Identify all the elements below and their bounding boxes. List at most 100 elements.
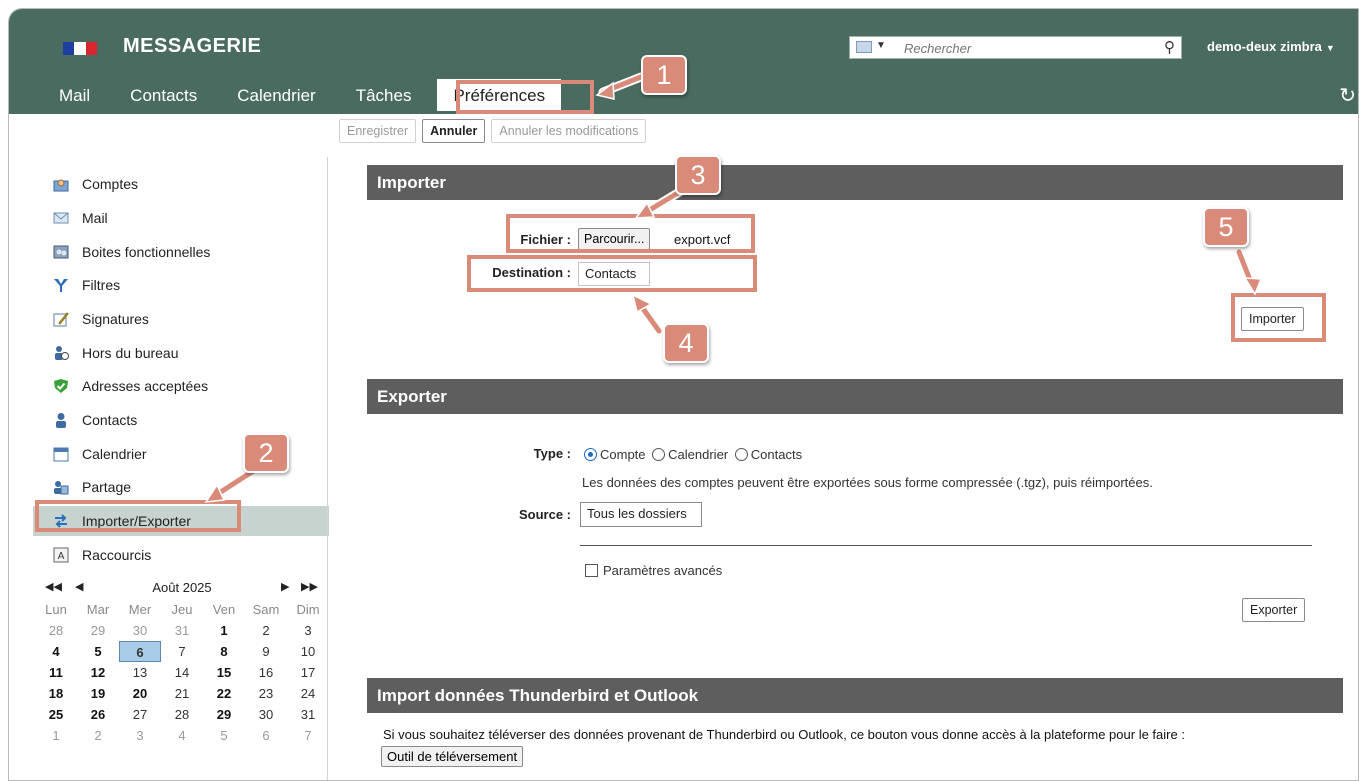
- calendar-day[interactable]: 30: [245, 704, 287, 725]
- sidebar-item-sharing[interactable]: Partage: [33, 472, 329, 502]
- calendar-day[interactable]: 16: [245, 662, 287, 683]
- calendar-day[interactable]: 31: [161, 620, 203, 641]
- calendar-day[interactable]: 29: [203, 704, 245, 725]
- svg-text:A: A: [58, 551, 65, 562]
- tab-calendar[interactable]: Calendrier: [217, 79, 335, 111]
- divider: [580, 545, 1312, 546]
- sidebar-item-label: Signatures: [82, 311, 149, 327]
- sidebar-item-contacts[interactable]: Contacts: [33, 405, 329, 435]
- sidebar-item-accounts[interactable]: Comptes: [33, 169, 329, 199]
- calendar-day[interactable]: 28: [161, 704, 203, 725]
- calendar-day-today[interactable]: 6: [119, 641, 161, 662]
- sidebar-item-mail[interactable]: Mail: [33, 203, 329, 233]
- calendar-day[interactable]: 4: [161, 725, 203, 746]
- calendar-day[interactable]: 6: [245, 725, 287, 746]
- sidebar-item-label: Filtres: [82, 277, 121, 293]
- calendar-day[interactable]: 24: [287, 683, 329, 704]
- calendar-day[interactable]: 12: [77, 662, 119, 683]
- upload-tool-button[interactable]: Outil de téléversement: [381, 746, 524, 767]
- search-box[interactable]: ▼ ⚲: [849, 36, 1182, 59]
- calendar-day[interactable]: 17: [287, 662, 329, 683]
- refresh-icon[interactable]: ↻: [1339, 83, 1356, 108]
- calendar-day[interactable]: 22: [203, 683, 245, 704]
- calendar-day[interactable]: 3: [119, 725, 161, 746]
- checkbox-icon[interactable]: [585, 564, 598, 577]
- radio-empty-icon[interactable]: [652, 448, 666, 461]
- calendar-header: ◀◀ ◀ Août 2025 ▶ ▶▶: [35, 577, 329, 599]
- sidebar-item-accepted-addresses[interactable]: Adresses acceptées: [33, 371, 329, 401]
- calendar-day[interactable]: 2: [77, 725, 119, 746]
- advanced-settings-checkbox[interactable]: Paramètres avancés: [585, 563, 722, 578]
- calendar-day[interactable]: 20: [119, 683, 161, 704]
- app-title: MESSAGERIE: [123, 35, 262, 57]
- calendar-day[interactable]: 30: [119, 620, 161, 641]
- calendar-day[interactable]: 7: [161, 641, 203, 662]
- sidebar-item-label: Raccourcis: [82, 547, 152, 563]
- exporter-section-title: Exporter: [367, 379, 1343, 414]
- sidebar-item-out-of-office[interactable]: Hors du bureau: [33, 338, 329, 368]
- calendar-day[interactable]: 25: [35, 704, 77, 725]
- accounts-icon: [53, 179, 69, 192]
- next-month-icon[interactable]: ▶: [281, 580, 289, 593]
- sidebar-item-signatures[interactable]: Signatures: [33, 304, 329, 334]
- sidebar-item-filters[interactable]: Filtres: [33, 270, 329, 300]
- calendar-day[interactable]: 10: [287, 641, 329, 662]
- calendar-day[interactable]: 5: [203, 725, 245, 746]
- calendar-day[interactable]: 14: [161, 662, 203, 683]
- tab-contacts[interactable]: Contacts: [110, 79, 217, 111]
- search-icon[interactable]: ⚲: [1164, 38, 1175, 56]
- contact-icon: [56, 413, 66, 428]
- shield-check-icon: [54, 379, 68, 393]
- calendar-day[interactable]: 8: [203, 641, 245, 662]
- calendar-day[interactable]: 13: [119, 662, 161, 683]
- cancel-button[interactable]: Annuler: [422, 119, 486, 143]
- calendar-day[interactable]: 1: [35, 725, 77, 746]
- sidebar-item-shortcuts[interactable]: A Raccourcis: [33, 540, 329, 570]
- next-year-icon[interactable]: ▶▶: [301, 580, 318, 593]
- save-button[interactable]: Enregistrer: [339, 119, 417, 143]
- annotation-badge-3: 3: [675, 155, 721, 195]
- annotation-badge-4: 4: [663, 323, 709, 363]
- weekday-header: Ven: [212, 602, 236, 617]
- calendar-day[interactable]: 7: [287, 725, 329, 746]
- calendar-day[interactable]: 31: [287, 704, 329, 725]
- calendar-day[interactable]: 21: [161, 683, 203, 704]
- calendar-day[interactable]: 11: [35, 662, 77, 683]
- radio-calendrier[interactable]: Calendrier: [652, 447, 728, 462]
- calendar-day[interactable]: 19: [77, 683, 119, 704]
- export-button[interactable]: Exporter: [1242, 598, 1306, 622]
- mail-type-icon[interactable]: [856, 41, 872, 53]
- source-select[interactable]: Tous les dossiers: [580, 502, 702, 527]
- sidebar-item-label: Boites fonctionnelles: [82, 244, 211, 260]
- calendar-day[interactable]: 1: [203, 620, 245, 641]
- calendar-day[interactable]: 23: [245, 683, 287, 704]
- calendar-icon: [53, 447, 69, 462]
- calendar-day[interactable]: 3: [287, 620, 329, 641]
- calendar-day[interactable]: 5: [77, 641, 119, 662]
- calendar-day[interactable]: 15: [203, 662, 245, 683]
- calendar-day[interactable]: 18: [35, 683, 77, 704]
- calendar-day[interactable]: 29: [77, 620, 119, 641]
- calendar-day[interactable]: 27: [119, 704, 161, 725]
- radio-empty-icon[interactable]: [734, 448, 748, 461]
- undo-changes-button[interactable]: Annuler les modifications: [491, 119, 647, 143]
- calendar-day[interactable]: 28: [35, 620, 77, 641]
- user-menu[interactable]: demo-deux zimbra ▼: [1207, 39, 1335, 54]
- calendar-day[interactable]: 4: [35, 641, 77, 662]
- shortcuts-icon: A: [53, 547, 69, 563]
- tab-mail[interactable]: Mail: [9, 79, 110, 111]
- highlight-import-button: [1231, 293, 1326, 342]
- flag-logo-icon: [63, 42, 97, 55]
- highlight-file-field: [506, 214, 755, 253]
- calendar-day[interactable]: 2: [245, 620, 287, 641]
- tab-tasks[interactable]: Tâches: [336, 79, 432, 111]
- caret-down-icon[interactable]: ▼: [876, 40, 886, 51]
- sidebar-item-shared-mailboxes[interactable]: Boites fonctionnelles: [33, 237, 329, 267]
- search-input[interactable]: [904, 39, 1144, 57]
- calendar-day[interactable]: 9: [245, 641, 287, 662]
- radio-contacts[interactable]: Contacts: [734, 447, 802, 462]
- type-radio-group: Compte Calendrier Contacts: [584, 447, 802, 462]
- radio-compte[interactable]: Compte: [584, 447, 646, 462]
- radio-selected-icon[interactable]: [584, 448, 597, 461]
- calendar-day[interactable]: 26: [77, 704, 119, 725]
